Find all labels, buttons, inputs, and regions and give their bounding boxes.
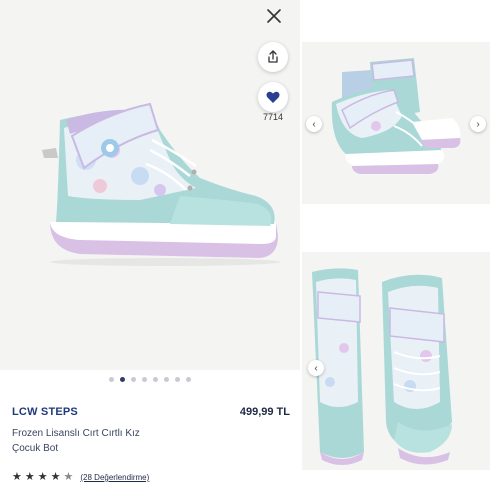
gallery-dot[interactable]	[142, 377, 147, 382]
boot-pair-illustration	[331, 58, 461, 174]
favorite-count: 7714	[262, 112, 284, 122]
heart-icon	[266, 91, 280, 103]
gallery-dot[interactable]	[175, 377, 180, 382]
boot-pair-top-illustration	[312, 268, 452, 465]
star-icon: ★	[12, 471, 22, 483]
reviews-link[interactable]: (28 Değerlendirme)	[80, 473, 149, 482]
thumbnail-image-2[interactable]: ‹	[302, 252, 490, 470]
star-icon: ★	[50, 471, 61, 483]
gallery-dots	[0, 377, 300, 382]
thumbnail-next-arrow[interactable]: ›	[470, 116, 486, 132]
gallery-dot[interactable]	[186, 377, 191, 382]
product-card: 7714 LCW STEPS 499,99 TL Frozen Lisanslı…	[0, 0, 300, 490]
thumbnail-prev-arrow[interactable]: ‹	[306, 116, 322, 132]
thumbnail-image-1[interactable]: ‹ ›	[302, 42, 490, 204]
thumbnail-prev-arrow[interactable]: ‹	[308, 360, 324, 376]
gallery-dot[interactable]	[153, 377, 158, 382]
main-product-image[interactable]	[0, 0, 300, 370]
product-title: Frozen Lisanslı Cırt Cırtlı Kız Çocuk Bo…	[12, 426, 212, 456]
product-page: 7714 LCW STEPS 499,99 TL Frozen Lisanslı…	[0, 0, 490, 490]
gallery-dot[interactable]	[109, 377, 114, 382]
brand-name[interactable]: LCW STEPS	[12, 406, 78, 418]
gallery-dot-active[interactable]	[120, 377, 125, 382]
star-icon: ★	[24, 471, 35, 483]
share-icon	[268, 50, 278, 63]
product-price: 499,99 TL	[239, 406, 290, 418]
favorite-button[interactable]	[258, 82, 288, 112]
star-icon: ★	[37, 471, 48, 483]
gallery-dot[interactable]	[131, 377, 136, 382]
boot-illustration	[42, 102, 280, 266]
product-title-line2: Çocuk Bot	[12, 443, 59, 454]
close-button[interactable]	[262, 4, 286, 28]
gallery-dot[interactable]	[164, 377, 169, 382]
share-button[interactable]	[258, 42, 288, 72]
half-star-icon: ★	[63, 471, 74, 483]
close-icon	[267, 9, 281, 23]
product-title-line1: Frozen Lisanslı Cırt Cırtlı Kız	[12, 428, 140, 439]
rating-row: ★ ★ ★ ★ ★ (28 Değerlendirme)	[12, 472, 149, 483]
